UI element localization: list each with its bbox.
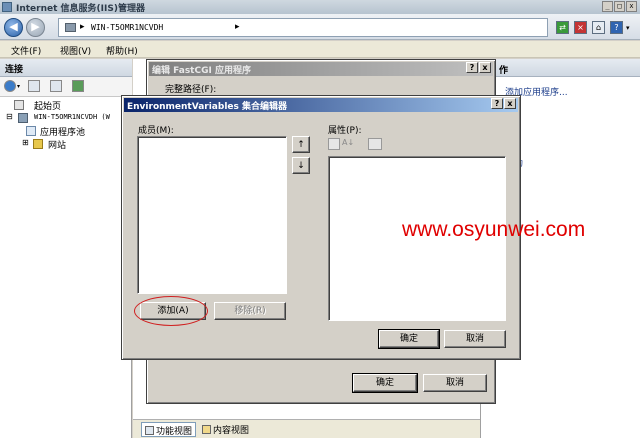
window-title-bar: Internet 信息服务(IIS)管理器 _ □ x xyxy=(0,0,640,14)
fastcgi-close-button[interactable]: x xyxy=(479,62,491,73)
env-ok-button[interactable]: 确定 xyxy=(378,329,440,349)
tab-content-view[interactable]: 内容视图 xyxy=(199,422,252,437)
properties-toolbar: A↓ xyxy=(328,138,390,152)
tree-item-label: WIN-T5OMR1NCVDH (W xyxy=(34,113,110,121)
refresh-icon[interactable]: ⇄ xyxy=(556,21,569,34)
tab-label: 功能视图 xyxy=(156,427,193,437)
server-icon xyxy=(18,113,28,123)
remove-connection-icon[interactable] xyxy=(72,80,84,92)
breadcrumb-arrow[interactable]: ▸ xyxy=(235,22,240,32)
connections-toolbar: ▾ xyxy=(0,77,132,97)
connect-dropdown-icon[interactable]: ▾ xyxy=(17,83,20,90)
close-button[interactable]: x xyxy=(626,1,637,12)
forward-button[interactable]: ▶ xyxy=(26,18,45,37)
members-label: 成员(M): xyxy=(138,126,174,136)
members-list[interactable] xyxy=(137,136,287,294)
tree-item-label: 应用程序池 xyxy=(40,128,86,138)
sites-folder-icon xyxy=(33,139,43,149)
expand-icon[interactable]: ⊞ xyxy=(22,138,29,147)
address-bar: ◀ ▶ ▸ WIN-T5OMR1NCVDH ▸ ⇄ × ⌂ ? ▾ xyxy=(0,14,640,40)
sort-alphabetical-icon[interactable]: A↓ xyxy=(342,138,356,150)
back-button[interactable]: ◀ xyxy=(4,18,23,37)
features-view-icon xyxy=(145,426,154,435)
env-cancel-button[interactable]: 取消 xyxy=(444,330,506,348)
move-down-button[interactable]: ↓ xyxy=(292,157,310,174)
env-dialog-title: EnvironmentVariables 集合编辑器 xyxy=(124,98,518,112)
connections-pane: 连接 ▾ 起始页 ⊟ WIN-T5OMR1NCVDH (W 应用程序池 ⊞ 网站 xyxy=(0,59,132,438)
tree-item-label: 起始页 xyxy=(34,102,62,112)
start-page-icon xyxy=(14,100,24,110)
fastcgi-cancel-button[interactable]: 取消 xyxy=(423,374,487,392)
menu-view[interactable]: 视图(V) xyxy=(60,44,91,57)
property-pages-icon[interactable] xyxy=(368,138,382,150)
address-breadcrumb[interactable]: ▸ WIN-T5OMR1NCVDH ▸ xyxy=(58,18,548,37)
remove-member-button[interactable]: 移除(R) xyxy=(214,302,286,320)
breadcrumb-separator: ▸ xyxy=(80,22,85,32)
annotation-circle xyxy=(134,296,208,326)
watermark: www.osyunwei.com xyxy=(402,218,586,241)
menu-file[interactable]: 文件(F) xyxy=(11,44,41,57)
stop-icon[interactable]: × xyxy=(574,21,587,34)
maximize-button[interactable]: □ xyxy=(614,1,625,12)
env-close-button[interactable]: x xyxy=(504,98,516,109)
connect-icon[interactable] xyxy=(4,80,16,92)
actions-title: 作 xyxy=(499,66,509,76)
up-icon[interactable] xyxy=(50,80,62,92)
actions-header: 作 xyxy=(481,59,640,77)
content-view-icon xyxy=(202,425,211,434)
save-icon[interactable] xyxy=(28,80,40,92)
tab-features-view[interactable]: 功能视图 xyxy=(141,422,197,437)
collapse-icon[interactable]: ⊟ xyxy=(6,112,13,121)
iis-app-icon xyxy=(2,2,12,12)
computer-icon xyxy=(65,23,76,32)
properties-label: 属性(P): xyxy=(328,126,362,136)
menu-bar: 文件(F) 视图(V) 帮助(H) xyxy=(0,41,640,58)
menu-help[interactable]: 帮助(H) xyxy=(106,44,138,57)
move-up-button[interactable]: ↑ xyxy=(292,136,310,153)
minimize-button[interactable]: _ xyxy=(602,1,613,12)
tab-label: 内容视图 xyxy=(213,426,250,436)
fastcgi-dialog-title: 编辑 FastCGI 应用程序 xyxy=(149,62,493,76)
full-path-label: 完整路径(F): xyxy=(165,85,217,95)
connections-title: 连接 xyxy=(5,65,24,75)
tree-item-label: 网站 xyxy=(48,141,67,151)
home-icon[interactable]: ⌂ xyxy=(592,21,605,34)
categorized-icon[interactable] xyxy=(328,138,340,150)
help-icon[interactable]: ? xyxy=(610,21,623,34)
fastcgi-help-button[interactable]: ? xyxy=(466,62,478,73)
window-title: Internet 信息服务(IIS)管理器 xyxy=(16,4,145,14)
env-help-button[interactable]: ? xyxy=(491,98,503,109)
fastcgi-ok-button[interactable]: 确定 xyxy=(352,373,418,393)
view-switcher: 功能视图 内容视图 xyxy=(133,419,480,438)
help-dropdown-icon[interactable]: ▾ xyxy=(626,24,630,32)
breadcrumb-server[interactable]: WIN-T5OMR1NCVDH xyxy=(91,23,163,32)
connections-header: 连接 xyxy=(0,59,132,77)
app-pool-icon xyxy=(26,126,36,136)
